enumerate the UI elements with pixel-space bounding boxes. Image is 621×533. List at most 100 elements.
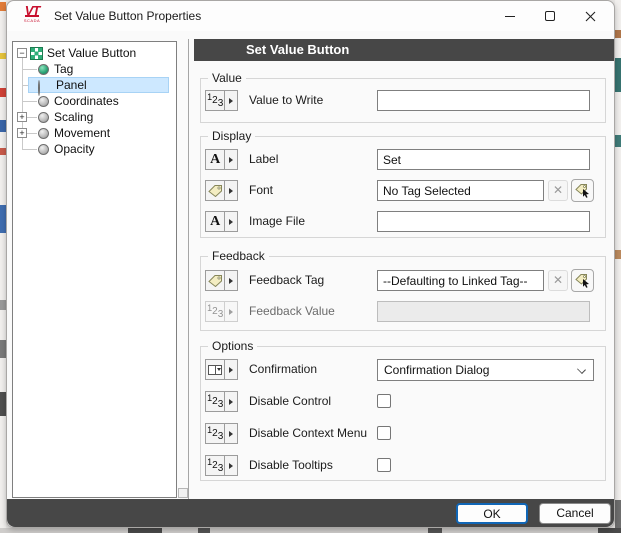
tag-select-icon: [575, 183, 591, 198]
background-fragment: [128, 528, 162, 533]
maximize-button[interactable]: [530, 1, 570, 31]
field-label: Confirmation: [249, 359, 317, 380]
footer-bar: OK Cancel: [7, 499, 614, 527]
logo-text: VT: [25, 7, 40, 17]
confirmation-dropdown[interactable]: Confirmation Dialog: [377, 359, 594, 381]
close-button[interactable]: [570, 1, 610, 31]
label-input[interactable]: [377, 149, 590, 170]
numeric-expression-button[interactable]: 123: [205, 423, 238, 444]
field-label: Disable Context Menu: [249, 423, 367, 444]
tree-node-opacity[interactable]: Opacity: [13, 141, 176, 157]
field-label: Feedback Value: [249, 301, 335, 322]
tree-node-label[interactable]: Panel: [56, 78, 87, 92]
disable-tooltips-checkbox[interactable]: [377, 458, 391, 472]
group-title: Feedback: [208, 249, 269, 263]
select-tag-button[interactable]: [571, 269, 594, 292]
cancel-button[interactable]: Cancel: [539, 503, 611, 524]
arrow-right-icon: [229, 431, 233, 437]
image-file-input[interactable]: [377, 211, 590, 232]
tree-node-label[interactable]: Set Value Button: [47, 45, 136, 61]
window-title: Set Value Button Properties: [54, 9, 201, 23]
background-fragment: [598, 528, 621, 533]
tree-node-coordinates[interactable]: Coordinates: [13, 93, 176, 109]
row-label: A Label: [205, 149, 601, 170]
background-fragment: [615, 500, 621, 528]
tree-node-root[interactable]: − Set Value Button: [13, 45, 176, 61]
feedback-value-input: [377, 301, 590, 322]
field-label: Font: [249, 180, 273, 201]
arrow-right-icon: [229, 188, 233, 194]
feedback-tag-input[interactable]: [377, 270, 544, 291]
field-label: Disable Tooltips: [249, 455, 333, 476]
field-label: Value to Write: [249, 90, 323, 111]
clear-tag-button[interactable]: ✕: [548, 270, 568, 291]
tree-node-label[interactable]: Tag: [54, 61, 73, 77]
arrow-right-icon: [229, 278, 233, 284]
numeric-123-icon: 123: [207, 457, 223, 474]
tree-node-label[interactable]: Movement: [54, 125, 110, 141]
font-tag-input[interactable]: [377, 180, 544, 201]
row-feedback-tag: Feedback Tag ✕: [205, 270, 601, 291]
row-disable-tooltips: 123 Disable Tooltips: [205, 455, 601, 476]
row-image-file: A Image File: [205, 211, 601, 232]
tree-node-label[interactable]: Coordinates: [54, 93, 119, 109]
numeric-123-icon: 123: [207, 425, 223, 442]
arrow-right-icon: [229, 367, 233, 373]
numeric-expression-button[interactable]: 123: [205, 90, 238, 111]
numeric-expression-button-disabled: 123: [205, 301, 238, 322]
status-circle-icon: [38, 80, 40, 96]
option-arrow-button[interactable]: [225, 181, 237, 200]
maximize-icon: [545, 11, 555, 21]
option-arrow-button[interactable]: [225, 456, 237, 475]
row-feedback-value: 123 Feedback Value: [205, 301, 601, 322]
numeric-expression-button[interactable]: 123: [205, 391, 238, 412]
disable-control-checkbox[interactable]: [377, 394, 391, 408]
dropdown-expression-button[interactable]: [205, 359, 238, 380]
expand-expander-icon[interactable]: +: [17, 128, 27, 138]
tree-node-movement[interactable]: + Movement: [13, 125, 176, 141]
tree-node-label[interactable]: Opacity: [54, 141, 95, 157]
field-label: Feedback Tag: [249, 270, 324, 291]
value-to-write-input[interactable]: [377, 90, 590, 111]
text-expression-button[interactable]: A: [205, 149, 238, 170]
numeric-123-icon: 123: [207, 303, 223, 320]
text-expression-button[interactable]: A: [205, 211, 238, 232]
tree-node-panel[interactable]: Panel: [13, 77, 176, 93]
tree-node-scaling[interactable]: + Scaling: [13, 109, 176, 125]
expand-expander-icon[interactable]: +: [17, 112, 27, 122]
option-arrow-button[interactable]: [225, 212, 237, 231]
arrow-right-icon: [229, 309, 233, 315]
numeric-expression-button[interactable]: 123: [205, 455, 238, 476]
disable-context-menu-checkbox[interactable]: [377, 426, 391, 440]
status-circle-icon: [38, 144, 49, 155]
tree-node-label[interactable]: Scaling: [54, 109, 93, 125]
background-fragment: [198, 528, 210, 533]
option-arrow-button[interactable]: [225, 424, 237, 443]
arrow-right-icon: [229, 219, 233, 225]
title-bar[interactable]: VT SCADA Set Value Button Properties: [7, 1, 614, 31]
select-tag-button[interactable]: [571, 179, 594, 202]
option-arrow-button[interactable]: [225, 271, 237, 290]
arrow-right-icon: [229, 98, 233, 104]
background-window-sliver-right: [615, 0, 621, 533]
combobox-icon: [208, 365, 222, 375]
option-arrow-button[interactable]: [225, 150, 237, 169]
chevron-down-icon: [577, 365, 586, 374]
minimize-button[interactable]: [490, 1, 530, 31]
tag-link-button[interactable]: [205, 180, 238, 201]
collapse-expander-icon[interactable]: −: [17, 48, 27, 58]
clear-tag-button[interactable]: ✕: [548, 180, 568, 201]
tree-node-tag[interactable]: Tag: [13, 61, 176, 77]
option-arrow-button[interactable]: [225, 360, 237, 379]
tag-link-button[interactable]: [205, 270, 238, 291]
option-arrow-button: [225, 302, 237, 321]
option-arrow-button[interactable]: [225, 91, 237, 110]
tag-icon: [208, 184, 223, 197]
numeric-123-icon: 123: [207, 393, 223, 410]
tree-selection-highlight: [28, 77, 169, 93]
row-font: Font ✕: [205, 180, 601, 201]
option-arrow-button[interactable]: [225, 392, 237, 411]
ok-button[interactable]: OK: [456, 503, 528, 524]
arrow-right-icon: [229, 157, 233, 163]
tree-connector: [22, 101, 37, 102]
